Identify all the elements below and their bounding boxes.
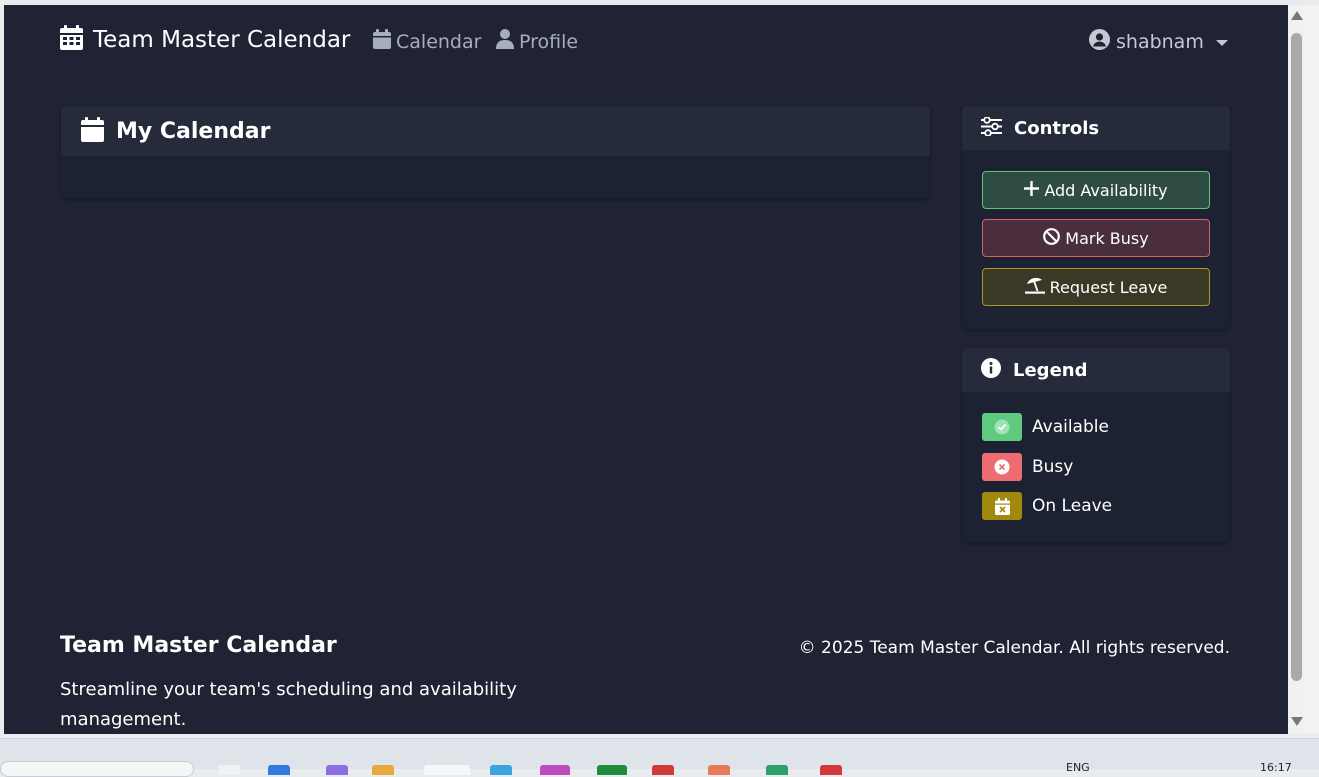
chevron-down-icon [1215,40,1228,46]
scrollbar-thumb[interactable] [1291,33,1302,681]
footer-description: Streamline your team's scheduling and av… [60,679,517,730]
my-calendar-card: My Calendar [61,106,930,199]
app-icon[interactable] [490,765,512,775]
clock[interactable]: 16:17 [1260,761,1292,774]
app-icon[interactable] [766,765,788,775]
nav-link-profile[interactable]: Profile [496,29,578,54]
user-circle-icon [1089,29,1110,55]
button-label: Add Availability [1044,180,1168,200]
legend-label: Busy [1032,457,1074,477]
legend-item-on-leave: On Leave [982,492,1112,520]
info-circle-icon [981,358,1001,382]
ban-icon [1043,227,1061,249]
vertical-scrollbar[interactable] [1288,5,1305,734]
request-leave-button[interactable]: Request Leave [982,268,1210,306]
app-icon[interactable] [326,765,348,775]
app-icon[interactable] [597,765,627,775]
active-app-icon[interactable] [424,765,470,775]
taskbar-search[interactable] [0,761,194,777]
calendar-x-icon [994,497,1010,515]
nav-link-label: Profile [519,30,579,53]
calendar-icon [60,25,83,54]
user-menu-toggle[interactable]: shabnam [1089,29,1228,55]
check-circle-icon [994,419,1010,435]
card-header: Legend [962,348,1230,392]
app-icon[interactable] [268,765,290,775]
x-circle-icon [994,459,1010,475]
sliders-icon [981,115,1002,140]
app-viewport: Team Master Calendar Calendar Profile sh… [4,5,1288,734]
scroll-down-arrow-icon[interactable] [1291,717,1303,726]
mark-busy-button[interactable]: Mark Busy [982,219,1210,257]
folder-icon[interactable] [372,765,394,775]
footer-copyright: © 2025 Team Master Calendar. All rights … [798,638,1230,658]
file-explorer-icon[interactable] [218,765,240,775]
app-icon[interactable] [540,765,570,775]
card-title: My Calendar [116,118,271,144]
brand-title: Team Master Calendar [93,26,351,53]
leave-swatch [982,492,1022,520]
app-icon[interactable] [708,765,730,775]
button-label: Mark Busy [1065,228,1149,248]
nav-link-label: Calendar [396,30,482,53]
controls-card: Controls Add Availability Mark Busy Requ… [962,106,1230,329]
nav-link-calendar[interactable]: Calendar [373,29,481,54]
card-header: My Calendar [61,106,930,156]
legend-item-available: Available [982,413,1109,441]
taskbar: ENG 16:17 [0,738,1319,777]
footer-title: Team Master Calendar [60,633,337,658]
plus-icon [1024,180,1040,200]
umbrella-beach-icon [1024,277,1045,298]
language-indicator[interactable]: ENG [1066,761,1090,774]
calendar-icon [373,29,391,54]
calendar-body [61,156,930,199]
calendar-icon [81,116,104,146]
busy-swatch [982,453,1022,481]
app-icon[interactable] [652,765,674,775]
add-availability-button[interactable]: Add Availability [982,171,1210,209]
navbar-brand[interactable]: Team Master Calendar [60,25,350,54]
legend-label: On Leave [1032,496,1113,516]
app-icon[interactable] [820,765,842,775]
button-label: Request Leave [1049,277,1168,297]
card-title: Legend [1013,359,1088,381]
available-swatch [982,413,1022,441]
username: shabnam [1116,31,1204,53]
legend-card: Legend Available Busy On Leave [962,348,1230,543]
window-right-edge [1305,5,1319,734]
legend-label: Available [1032,417,1109,437]
card-title: Controls [1014,117,1100,139]
card-header: Controls [962,106,1230,150]
user-icon [496,29,514,54]
legend-item-busy: Busy [982,453,1073,481]
scroll-up-arrow-icon[interactable] [1291,11,1303,20]
